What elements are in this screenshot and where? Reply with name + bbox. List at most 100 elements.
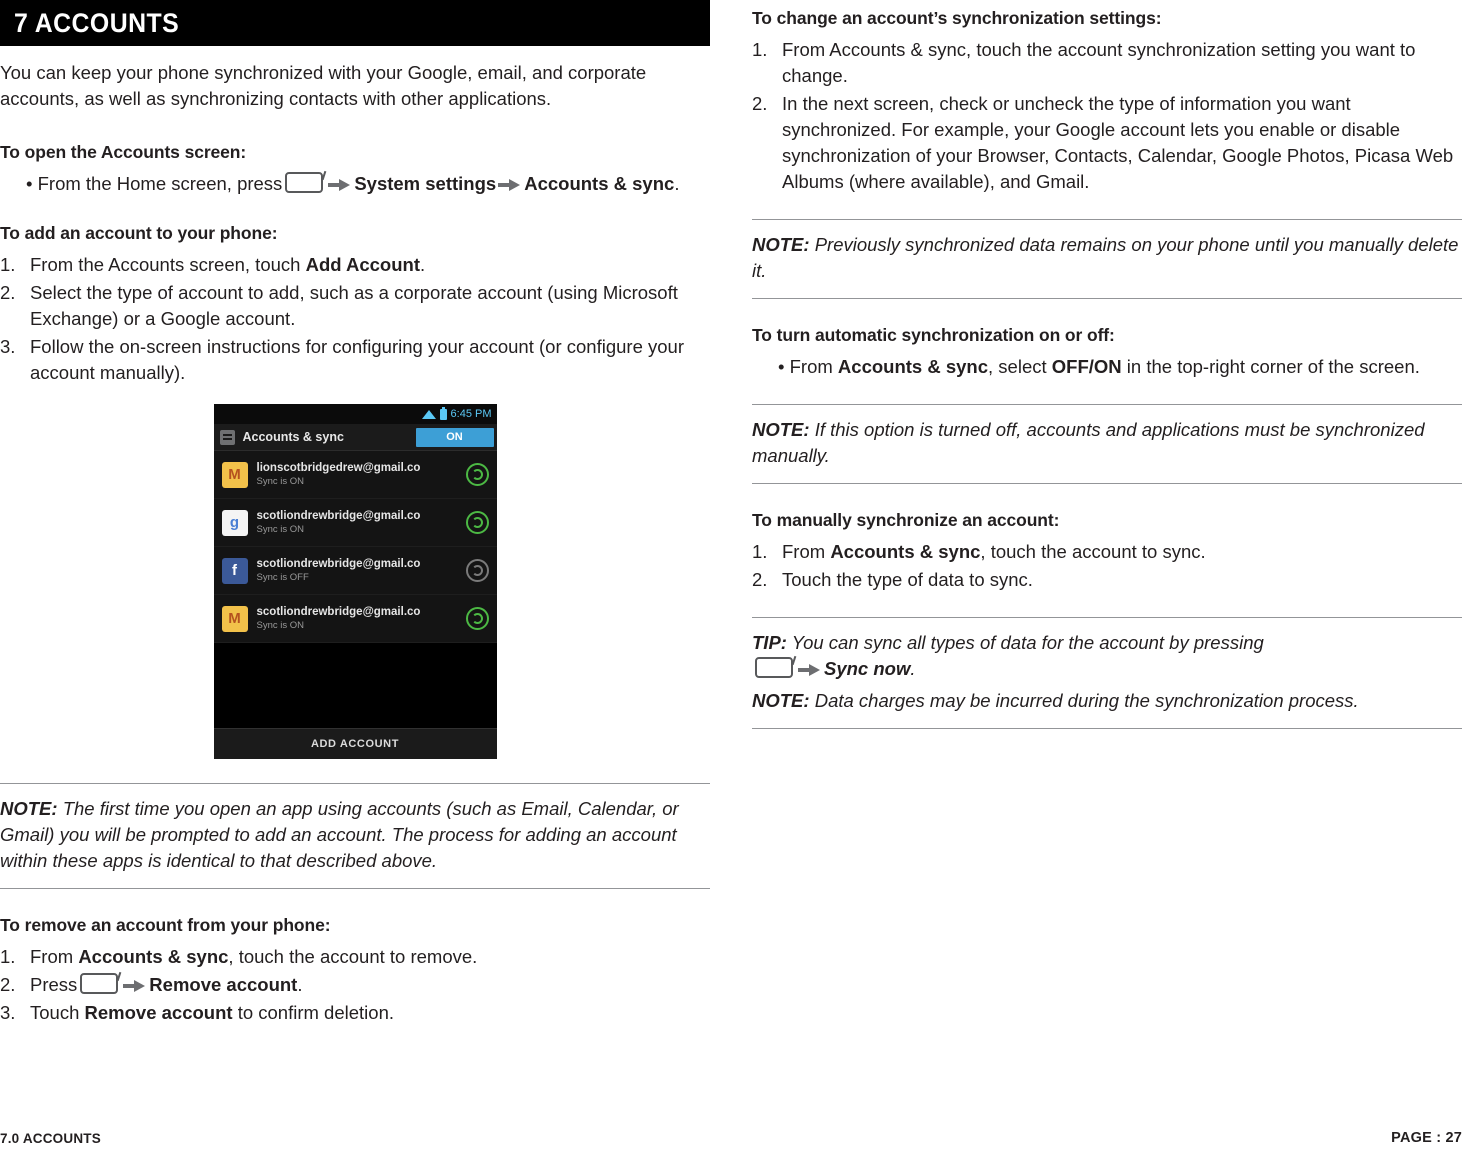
menu-key-icon [755, 657, 793, 678]
add-account-button[interactable]: ADD ACCOUNT [213, 728, 497, 759]
table-row[interactable]: M scotliondrewbridge@gmail.co Sync is ON [213, 595, 497, 643]
account-name: scotliondrewbridge@gmail.co [256, 510, 421, 522]
facebook-icon: f [221, 557, 248, 584]
step-bold: Accounts & sync [830, 541, 981, 562]
list-item: 1. From the Accounts screen, touch Add Ac… [0, 252, 710, 278]
step-text: Touch the type of data to sync. [782, 569, 1033, 590]
app-title: Accounts & sync [242, 430, 344, 444]
heading-remove-account: To remove an account from your phone: [0, 915, 331, 935]
step-text-post: to confirm deletion. [232, 1002, 395, 1023]
chapter-title: 7 ACCOUNTS [14, 7, 180, 38]
add-account-steps: 1. From the Accounts screen, touch Add Ac… [0, 252, 710, 386]
document-page: 7 ACCOUNTS You can keep your phone synch… [0, 0, 1462, 1158]
intro-paragraph: You can keep your phone synchronized wit… [0, 62, 647, 109]
list-item: 3. Follow the on-screen instructions for … [0, 334, 710, 386]
note-label: NOTE: [752, 234, 810, 255]
list-item: 2. Touch the type of data to sync. [752, 567, 1462, 593]
arrow-right-icon [123, 979, 146, 993]
manual-sync-steps: 1. From Accounts & sync, touch the accoun… [752, 539, 1462, 593]
google-icon: g [221, 509, 248, 536]
tip-label: TIP: [752, 632, 787, 653]
arrow-right-icon [328, 178, 351, 192]
note-label: NOTE: [752, 419, 810, 440]
step-bold: Remove account [149, 974, 298, 995]
note-label: NOTE: [0, 798, 58, 819]
change-sync-steps: 1. From Accounts & sync, touch the accoun… [752, 37, 1462, 195]
sync-status-icon [465, 463, 489, 486]
sync-status-icon [465, 511, 489, 534]
table-row[interactable]: f scotliondrewbridge@gmail.co Sync is OF… [213, 547, 497, 595]
step-text-post: , touch the account to sync. [980, 541, 1206, 562]
step-number: 2. [752, 569, 768, 590]
step-text: From Accounts & sync, touch the account … [782, 39, 1416, 86]
list-item: • From the Home screen, press System sett… [0, 171, 710, 197]
note-body: If this option is turned off, accounts a… [752, 419, 1425, 466]
bullet-period: . [674, 173, 680, 194]
step-text-post: , touch the account to remove. [228, 946, 478, 967]
heading-open-accounts: To open the Accounts screen: [0, 142, 247, 162]
list-item: 2. Press Remove account. [0, 972, 710, 998]
list-item: 3. Touch Remove account to confirm deleti… [0, 1000, 710, 1026]
list-item: 2. Select the type of account to add, suc… [0, 280, 710, 332]
heading-add-account: To add an account to your phone: [0, 223, 278, 243]
heading-change-sync: To change an account’s synchronization s… [752, 8, 1162, 28]
step-text: Follow the on-screen instructions for co… [30, 336, 684, 383]
bullet-bold-accounts-sync: Accounts & sync [837, 356, 989, 377]
table-row[interactable]: M lionscotbridgedrew@gmail.co Sync is ON [213, 451, 497, 499]
app-title-bar: Accounts & sync ON [213, 424, 497, 451]
step-text: From the Accounts screen, touch [30, 254, 306, 275]
step-text-post: . [420, 254, 426, 275]
step-bold: Accounts & sync [78, 946, 229, 967]
chapter-header: 7 ACCOUNTS [0, 0, 710, 46]
gmail-icon: M [221, 605, 248, 632]
account-sync-status: Sync is OFF [256, 572, 309, 583]
step-bold: Add Account [305, 254, 420, 275]
accounts-list: M lionscotbridgedrew@gmail.co Sync is ON… [213, 451, 497, 643]
step-text: In the next screen, check or uncheck the… [782, 93, 1454, 192]
list-item: 1. From Accounts & sync, touch the accoun… [752, 539, 1462, 565]
step-number: 2. [0, 282, 16, 303]
account-sync-status: Sync is ON [256, 524, 305, 535]
account-name: scotliondrewbridge@gmail.co [256, 558, 421, 570]
step-number: 1. [752, 39, 768, 60]
menu-key-icon [80, 973, 119, 994]
tip-bold-sync-now: Sync now [824, 658, 911, 679]
sync-status-icon [465, 607, 489, 630]
open-accounts-bullets: • From the Home screen, press System sett… [0, 171, 710, 197]
accounts-app-icon [219, 429, 235, 445]
step-number: 2. [752, 93, 768, 114]
step-bold: Remove account [84, 1002, 233, 1023]
note-previously-synced: NOTE: Previously synchronized data remai… [752, 219, 1462, 299]
list-item: 2. In the next screen, check or uncheck t… [752, 91, 1462, 195]
tip-body: You can sync all types of data for the a… [786, 632, 1264, 653]
bullet-text-post: in the top-right corner of the screen. [1121, 356, 1420, 377]
bullet-bold-off-on: OFF/ON [1051, 356, 1122, 377]
wifi-icon [421, 409, 436, 419]
heading-auto-sync: To turn automatic synchronization on or … [752, 325, 1115, 345]
list-item: 1. From Accounts & sync, touch the accoun… [0, 944, 710, 970]
account-name: scotliondrewbridge@gmail.co [256, 606, 421, 618]
account-name: lionscotbridgedrew@gmail.co [256, 462, 421, 474]
list-item: • From Accounts & sync, select OFF/ON in… [752, 354, 1462, 380]
bullet-text-prefix: • From [778, 356, 838, 377]
note-body: Previously synchronized data remains on … [752, 234, 1459, 281]
heading-manual-sync: To manually synchronize an account: [752, 510, 1060, 530]
sync-status-icon [465, 559, 489, 582]
menu-key-icon [285, 172, 324, 193]
add-account-label: ADD ACCOUNT [310, 738, 400, 750]
note-label: NOTE: [752, 690, 810, 711]
screenshot-figure: 6:45 PM Accounts & sync ON M lionscotbri… [0, 404, 710, 759]
step-text: From [782, 541, 831, 562]
status-bar: 6:45 PM [213, 404, 497, 424]
battery-icon [439, 406, 447, 420]
step-text: From [30, 946, 79, 967]
bullet-text-mid: , select [988, 356, 1052, 377]
table-row[interactable]: g scotliondrewbridge@gmail.co Sync is ON [213, 499, 497, 547]
sync-toggle-button[interactable]: ON [415, 427, 494, 447]
left-column: 7 ACCOUNTS You can keep your phone synch… [0, 0, 710, 1028]
arrow-right-icon [798, 663, 820, 677]
step-number: 3. [0, 336, 16, 357]
right-column: To change an account’s synchronization s… [752, 0, 1462, 729]
step-text: Touch [30, 1002, 85, 1023]
bullet-bold-system-settings: System settings [354, 173, 497, 194]
